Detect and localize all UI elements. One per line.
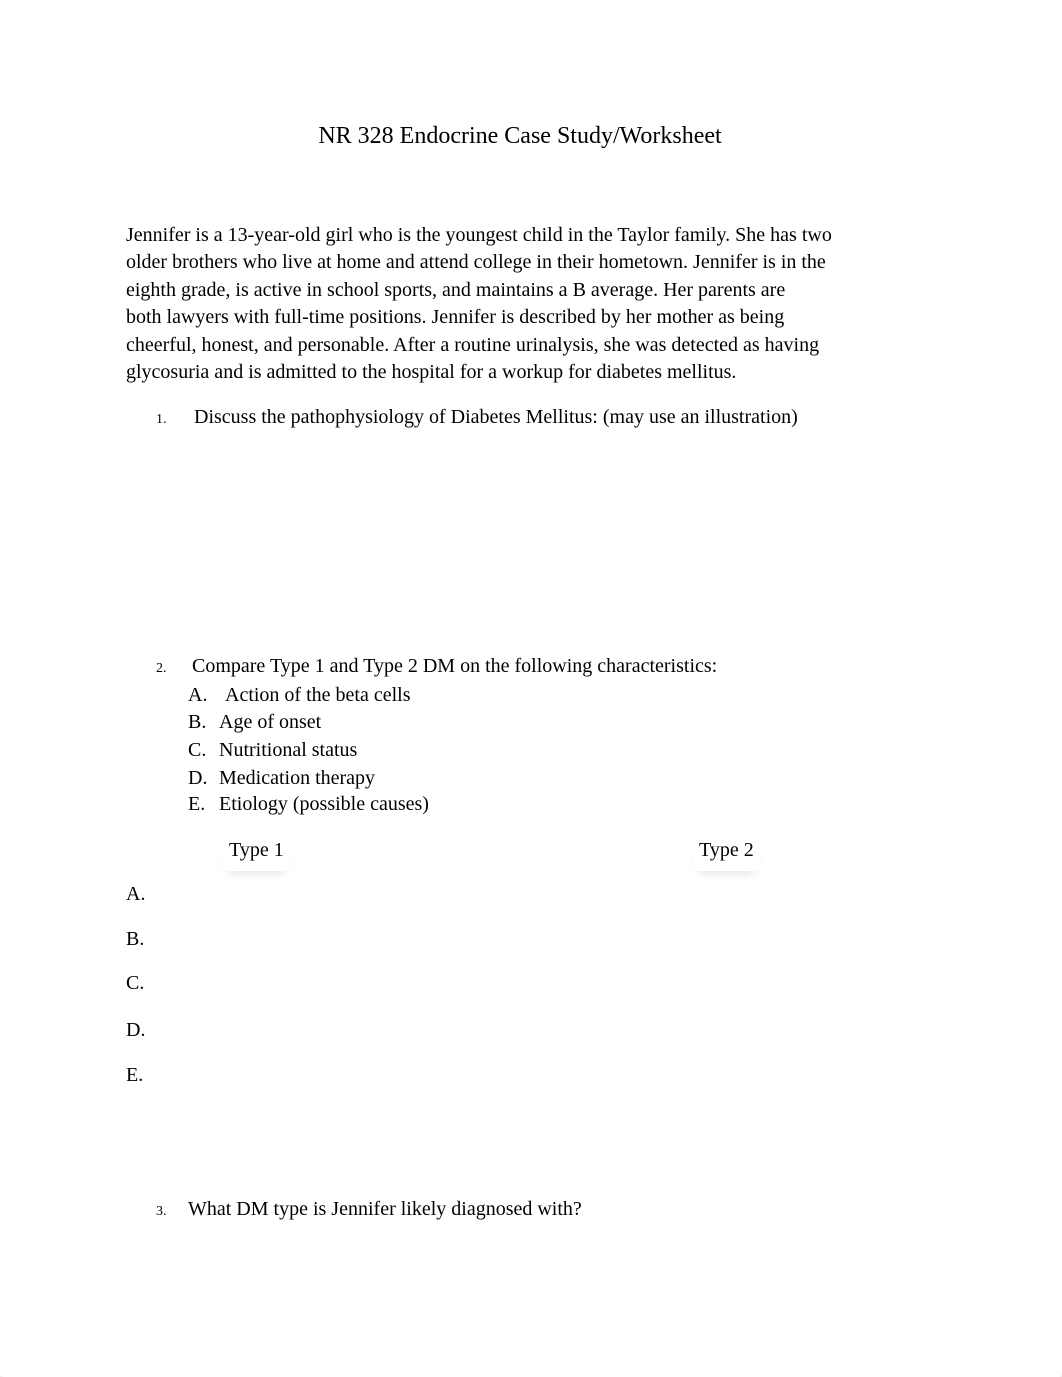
question-text: Compare Type 1 and Type 2 DM on the foll… <box>192 655 718 677</box>
question-1: 1. Discuss the pathophysiology of Diabet… <box>156 404 856 430</box>
question-number: 1. <box>156 412 167 427</box>
answer-row-letter: E. <box>126 1064 144 1086</box>
sub-item-text: Etiology (possible causes) <box>219 793 429 815</box>
sub-item-text: Nutritional status <box>219 739 358 761</box>
document-title: NR 328 Endocrine Case Study/Worksheet <box>318 123 722 149</box>
question-text: What DM type is Jennifer likely diagnose… <box>188 1198 582 1220</box>
question-2: 2. Compare Type 1 and Type 2 DM on the f… <box>156 653 776 679</box>
sub-item-text: Medication therapy <box>219 767 376 789</box>
intro-line: older brothers who live at home and atte… <box>126 251 826 274</box>
question-number: 2. <box>156 661 167 676</box>
sub-item-letter: A. <box>188 684 208 706</box>
intro-line: both lawyers with full-time positions. J… <box>126 306 785 329</box>
question-number: 3. <box>156 1204 167 1219</box>
column-label-type-2: Type 2 <box>693 835 760 871</box>
sub-item-letter: B. <box>188 711 207 733</box>
sub-item-letter: E. <box>188 793 206 815</box>
document-page: NR 328 Endocrine Case Study/Worksheet Je… <box>0 0 1062 1377</box>
column-label-type-1: Type 1 <box>223 835 290 871</box>
case-intro-paragraph: Jennifer is a 13-year-old girl who is th… <box>126 222 886 386</box>
sub-item-text: Age of onset <box>219 711 322 733</box>
answer-row-letter: B. <box>126 928 145 950</box>
sub-item-letter: D. <box>188 767 208 789</box>
answer-row-letter: D. <box>126 1019 146 1041</box>
answer-row-letter: A. <box>126 883 146 905</box>
question-3: 3. What DM type is Jennifer likely diagn… <box>156 1196 626 1222</box>
question-text: Discuss the pathophysiology of Diabetes … <box>194 406 798 428</box>
intro-line: glycosuria and is admitted to the hospit… <box>126 361 737 384</box>
intro-line: cheerful, honest, and personable. After … <box>126 333 820 356</box>
sub-item-letter: C. <box>188 739 207 761</box>
answer-row-letter: C. <box>126 972 145 994</box>
sub-item-text: Action of the beta cells <box>225 684 411 706</box>
intro-line: Jennifer is a 13-year-old girl who is th… <box>126 224 832 246</box>
intro-line: eighth grade, is active in school sports… <box>126 278 786 301</box>
